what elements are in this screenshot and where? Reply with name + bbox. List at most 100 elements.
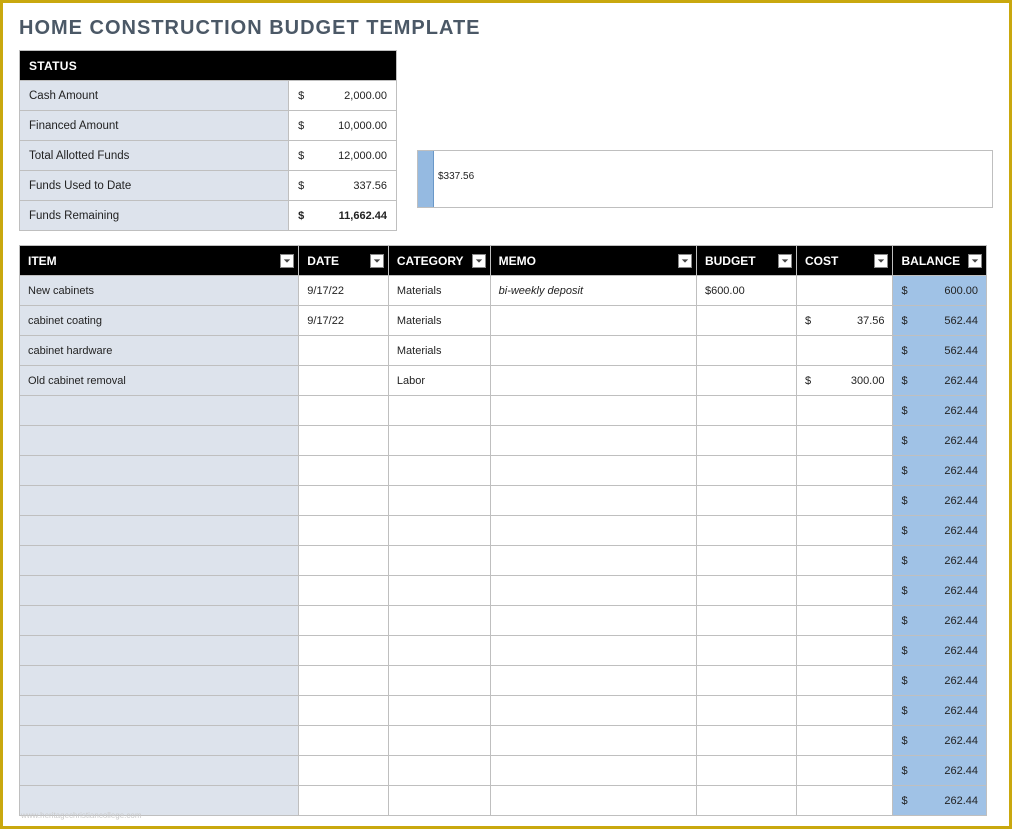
cell-balance-amount[interactable]: 262.44 — [914, 696, 987, 726]
cell-budget[interactable] — [696, 306, 796, 336]
cell-category[interactable] — [388, 576, 490, 606]
cell-balance-currency[interactable]: $ — [893, 306, 914, 336]
cell-cost-amount[interactable]: 37.56 — [812, 306, 893, 336]
cell-balance-amount[interactable]: 262.44 — [914, 456, 987, 486]
cell-memo[interactable] — [490, 696, 696, 726]
cell-balance-currency[interactable]: $ — [893, 516, 914, 546]
cell-category[interactable] — [388, 426, 490, 456]
cell-cost-currency[interactable] — [796, 426, 811, 456]
cell-item[interactable] — [20, 606, 299, 636]
cell-category[interactable]: Materials — [388, 336, 490, 366]
cell-balance-currency[interactable]: $ — [893, 726, 914, 756]
cell-balance-currency[interactable]: $ — [893, 606, 914, 636]
cell-item[interactable] — [20, 576, 299, 606]
cell-budget[interactable] — [696, 606, 796, 636]
cell-budget[interactable] — [696, 666, 796, 696]
cell-category[interactable] — [388, 696, 490, 726]
cell-category[interactable] — [388, 516, 490, 546]
cell-cost-currency[interactable] — [796, 786, 811, 816]
cell-cost-amount[interactable] — [812, 696, 893, 726]
cell-balance-amount[interactable]: 262.44 — [914, 396, 987, 426]
cell-balance-amount[interactable]: 262.44 — [914, 636, 987, 666]
cell-budget[interactable] — [696, 786, 796, 816]
cell-cost-amount[interactable] — [812, 336, 893, 366]
cell-balance-currency[interactable]: $ — [893, 336, 914, 366]
cell-balance-currency[interactable]: $ — [893, 666, 914, 696]
cell-balance-currency[interactable]: $ — [893, 396, 914, 426]
cell-balance-amount[interactable]: 262.44 — [914, 756, 987, 786]
cell-cost-amount[interactable] — [812, 726, 893, 756]
cell-cost-currency[interactable] — [796, 546, 811, 576]
cell-category[interactable] — [388, 606, 490, 636]
cell-balance-currency[interactable]: $ — [893, 756, 914, 786]
filter-date-icon[interactable] — [370, 254, 384, 268]
cell-cost-currency[interactable] — [796, 756, 811, 786]
cell-item[interactable] — [20, 396, 299, 426]
cell-cost-currency[interactable]: $ — [796, 366, 811, 396]
filter-cost-icon[interactable] — [874, 254, 888, 268]
cell-budget[interactable] — [696, 696, 796, 726]
cell-memo[interactable] — [490, 336, 696, 366]
cell-balance-currency[interactable]: $ — [893, 636, 914, 666]
cell-budget[interactable] — [696, 756, 796, 786]
cell-balance-currency[interactable]: $ — [893, 366, 914, 396]
cell-budget[interactable] — [696, 486, 796, 516]
cell-category[interactable] — [388, 786, 490, 816]
cell-balance-amount[interactable]: 262.44 — [914, 606, 987, 636]
cell-category[interactable]: Materials — [388, 276, 490, 306]
cell-memo[interactable] — [490, 486, 696, 516]
cell-cost-amount[interactable] — [812, 516, 893, 546]
cell-memo[interactable] — [490, 396, 696, 426]
cell-balance-currency[interactable]: $ — [893, 276, 914, 306]
cell-balance-amount[interactable]: 600.00 — [914, 276, 987, 306]
cell-item[interactable]: New cabinets — [20, 276, 299, 306]
cell-balance-currency[interactable]: $ — [893, 546, 914, 576]
cell-memo[interactable] — [490, 756, 696, 786]
cell-cost-amount[interactable] — [812, 576, 893, 606]
cell-memo[interactable] — [490, 426, 696, 456]
cell-budget[interactable] — [696, 456, 796, 486]
cell-memo[interactable] — [490, 726, 696, 756]
cell-balance-amount[interactable]: 262.44 — [914, 576, 987, 606]
filter-category-icon[interactable] — [472, 254, 486, 268]
cell-category[interactable]: Labor — [388, 366, 490, 396]
cell-cost-currency[interactable] — [796, 726, 811, 756]
cell-cost-currency[interactable] — [796, 336, 811, 366]
cell-budget[interactable] — [696, 366, 796, 396]
cell-cost-amount[interactable] — [812, 546, 893, 576]
cell-category[interactable] — [388, 666, 490, 696]
cell-item[interactable] — [20, 546, 299, 576]
cell-category[interactable] — [388, 396, 490, 426]
cell-balance-amount[interactable]: 262.44 — [914, 366, 987, 396]
cell-item[interactable] — [20, 636, 299, 666]
cell-balance-amount[interactable]: 262.44 — [914, 486, 987, 516]
cell-memo[interactable] — [490, 516, 696, 546]
cell-memo[interactable] — [490, 606, 696, 636]
cell-date[interactable] — [299, 576, 389, 606]
cell-item[interactable]: Old cabinet removal — [20, 366, 299, 396]
cell-item[interactable] — [20, 726, 299, 756]
cell-balance-amount[interactable]: 562.44 — [914, 306, 987, 336]
cell-cost-currency[interactable]: $ — [796, 306, 811, 336]
filter-item-icon[interactable] — [280, 254, 294, 268]
cell-item[interactable] — [20, 756, 299, 786]
cell-balance-amount[interactable]: 262.44 — [914, 786, 987, 816]
cell-cost-amount[interactable] — [812, 606, 893, 636]
cell-balance-currency[interactable]: $ — [893, 786, 914, 816]
cell-cost-amount[interactable] — [812, 486, 893, 516]
cell-memo[interactable] — [490, 666, 696, 696]
cell-cost-currency[interactable] — [796, 696, 811, 726]
cell-category[interactable] — [388, 726, 490, 756]
cell-budget[interactable] — [696, 576, 796, 606]
cell-memo[interactable]: bi-weekly deposit — [490, 276, 696, 306]
cell-memo[interactable] — [490, 546, 696, 576]
cell-item[interactable] — [20, 516, 299, 546]
cell-date[interactable] — [299, 486, 389, 516]
cell-budget[interactable] — [696, 636, 796, 666]
cell-date[interactable] — [299, 786, 389, 816]
cell-budget[interactable] — [696, 546, 796, 576]
cell-memo[interactable] — [490, 456, 696, 486]
cell-budget[interactable]: $600.00 — [696, 276, 796, 306]
cell-cost-amount[interactable] — [812, 456, 893, 486]
cell-balance-amount[interactable]: 262.44 — [914, 726, 987, 756]
